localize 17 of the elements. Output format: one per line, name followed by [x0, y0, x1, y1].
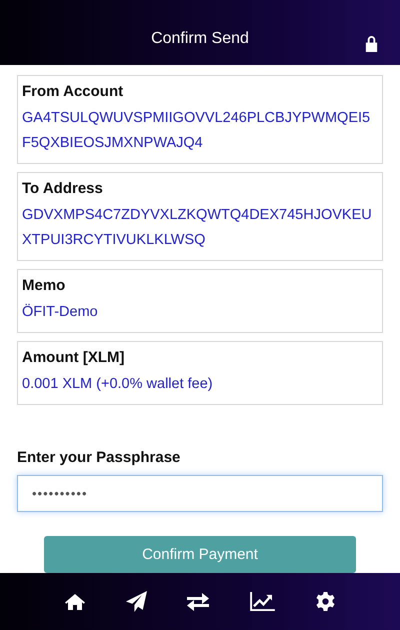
home-icon[interactable]	[65, 592, 86, 610]
detail-value: ÖFIT-Demo	[22, 302, 99, 322]
passphrase-label: Enter your Passphrase	[17, 449, 180, 466]
detail-label: Memo	[22, 276, 66, 296]
passphrase-field[interactable]: ••••••••••	[17, 475, 383, 512]
detail-label: Amount [XLM]	[22, 348, 126, 368]
swap-arrows-icon[interactable]	[187, 592, 210, 610]
paper-plane-icon[interactable]	[126, 591, 147, 612]
screen-title: Confirm Send	[151, 30, 249, 48]
lock-icon[interactable]	[364, 35, 379, 52]
detail-value: 0.001 XLM (+0.0% wallet fee)	[22, 375, 214, 394]
detail-label: From Account	[22, 82, 124, 102]
detail-value: GA4TSULQWUVSPMIIGOVVL246PLCBJYPWMQEI5F5QXBIEOSJMXNPWAJQ4	[22, 109, 372, 153]
detail-label: To Address	[22, 179, 104, 199]
line-chart-icon[interactable]	[250, 592, 276, 611]
detail-value: GDVXMPS4C7ZDYVXLZKQWTQ4DEX745HJOVKEUXTPUI3RCYTIVUKLKLWSQ	[22, 206, 373, 250]
settings-icon[interactable]	[316, 592, 335, 611]
